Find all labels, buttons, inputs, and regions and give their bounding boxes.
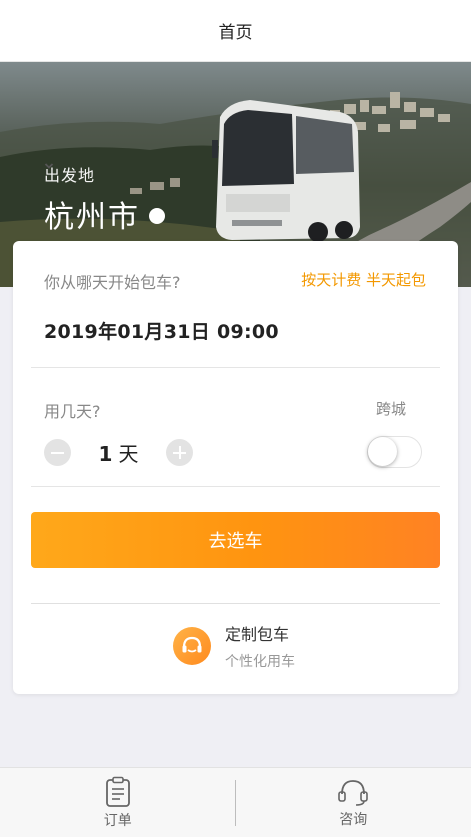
origin-label: 出发地 <box>44 166 96 185</box>
cross-city-label: 跨城 <box>375 400 406 418</box>
bottom-tab-bar: 订单 咨询 <box>0 767 471 837</box>
custom-charter-entry[interactable]: 定制包车 个性化用车 <box>173 621 295 671</box>
start-datetime-picker[interactable]: 2019年01月31日 09:00 <box>44 317 279 344</box>
tab-separator <box>235 780 236 826</box>
toggle-knob <box>368 437 397 466</box>
days-stepper: 1 天 <box>44 438 193 467</box>
days-value: 1 <box>98 442 113 466</box>
headset-icon <box>338 779 369 806</box>
days-unit: 天 <box>118 442 139 466</box>
city-name: 杭州市 <box>44 200 140 235</box>
customer-service-icon <box>173 627 211 665</box>
start-date-question: 你从哪天开始包车? <box>44 273 181 292</box>
booking-card: 你从哪天开始包车? 按天计费 半天起包 2019年01月31日 09:00 用几… <box>13 241 458 694</box>
page-title: 首页 <box>218 23 253 43</box>
cross-city-toggle[interactable] <box>367 436 422 468</box>
tab-consult[interactable]: 咨询 <box>236 768 471 837</box>
choose-car-button[interactable]: 去选车 <box>31 512 440 568</box>
increase-days-button[interactable] <box>166 439 193 466</box>
custom-charter-subtitle: 个性化用车 <box>225 654 295 670</box>
divider <box>31 486 440 487</box>
divider <box>31 603 440 604</box>
pricing-tip: 按天计费 半天起包 <box>301 271 426 289</box>
custom-charter-title: 定制包车 <box>225 625 290 644</box>
days-question: 用几天? <box>44 402 101 421</box>
minus-icon <box>51 451 64 454</box>
tab-consult-label: 咨询 <box>339 811 368 828</box>
order-icon <box>105 776 130 807</box>
divider <box>31 367 440 368</box>
chevron-down-icon <box>44 163 165 224</box>
tab-orders-label: 订单 <box>103 812 132 829</box>
top-nav-bar: 首页 <box>0 0 471 62</box>
city-selector[interactable]: 杭州市 <box>44 163 165 236</box>
decrease-days-button[interactable] <box>44 439 71 466</box>
tab-orders[interactable]: 订单 <box>0 768 236 837</box>
